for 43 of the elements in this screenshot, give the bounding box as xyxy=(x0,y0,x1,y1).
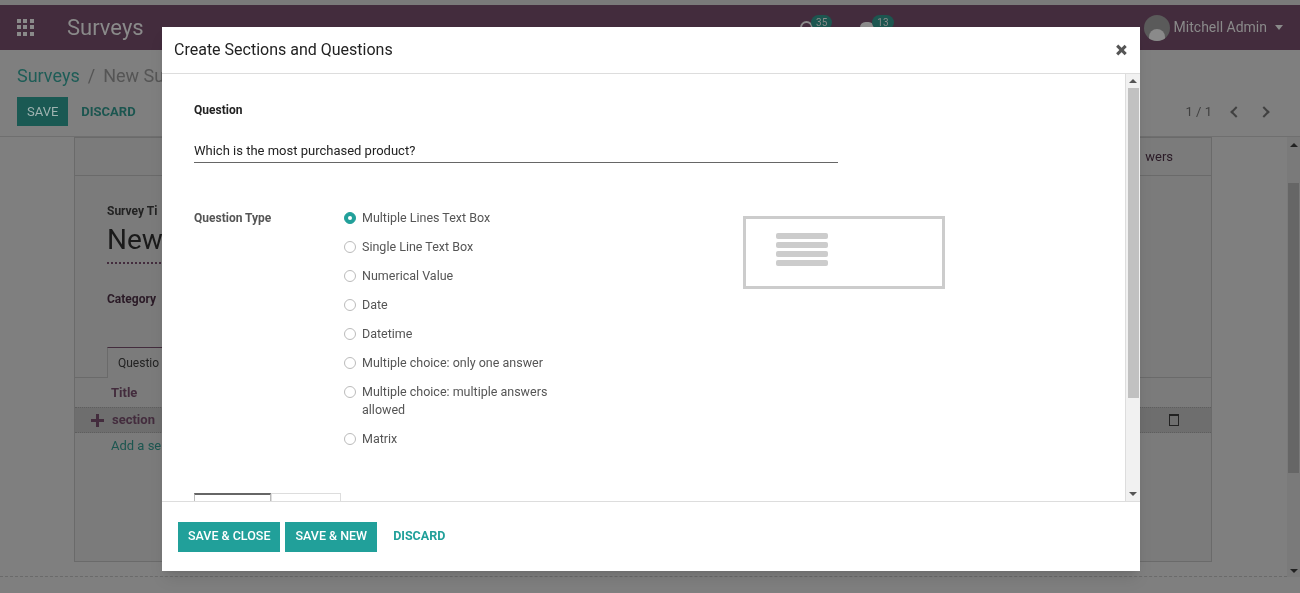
radio-option[interactable]: Multiple choice: only one answer xyxy=(344,354,584,372)
caret-icon[interactable] xyxy=(1275,25,1283,30)
avatar-icon[interactable] xyxy=(1143,14,1170,41)
question-input[interactable]: Which is the most purchased product? xyxy=(194,141,838,163)
pager-text: 1 / 1 xyxy=(1185,102,1212,121)
radio-option[interactable]: Date xyxy=(344,296,584,314)
radio-button[interactable] xyxy=(344,433,356,445)
save-button[interactable]: SAVE & NEW xyxy=(285,521,378,552)
app-title: Surveys xyxy=(67,14,144,42)
radio-button[interactable] xyxy=(344,357,356,369)
close-icon[interactable] xyxy=(1116,45,1126,55)
stat-button[interactable]: wers xyxy=(1145,146,1173,167)
radio-button[interactable] xyxy=(344,328,356,340)
radio-button[interactable] xyxy=(344,212,356,224)
radio-button[interactable] xyxy=(344,299,356,311)
discard-button[interactable]: DISCARD xyxy=(382,521,457,552)
radio-option[interactable]: Multiple choice: multiple answers allowed xyxy=(344,383,584,419)
radio-option[interactable]: Numerical Value xyxy=(344,267,584,285)
radio-option[interactable]: Datetime xyxy=(344,325,584,343)
move-icon[interactable] xyxy=(91,413,104,427)
discard-button[interactable]: DISCARD xyxy=(68,97,149,126)
radio-button[interactable] xyxy=(344,270,356,282)
dialog-title: Create Sections and Questions xyxy=(174,39,394,61)
user-menu[interactable]: Mitchell Admin xyxy=(1173,17,1267,38)
notebook-tab[interactable]: Questio xyxy=(107,347,165,378)
save-button[interactable]: SAVE xyxy=(17,97,69,126)
dialog-scrollbar[interactable] xyxy=(1125,74,1140,501)
section-title: section xyxy=(112,411,155,430)
radio-option[interactable]: Multiple Lines Text Box xyxy=(344,209,584,227)
field-label: Question xyxy=(194,102,244,117)
radio-button[interactable] xyxy=(344,241,356,253)
column-header: Title xyxy=(111,383,138,402)
radio-option[interactable]: Matrix xyxy=(344,430,584,448)
apps-menu-icon[interactable] xyxy=(17,19,34,36)
field-label: Category xyxy=(107,291,156,308)
page-scrollbar[interactable] xyxy=(1287,137,1300,577)
save-button[interactable]: SAVE & CLOSE xyxy=(178,521,281,552)
radio-button[interactable] xyxy=(344,386,356,398)
radio-option[interactable]: Single Line Text Box xyxy=(344,238,584,256)
trash-icon[interactable] xyxy=(1169,414,1179,426)
breadcrumb-separator: / xyxy=(87,63,96,88)
field-label: Question Type xyxy=(194,210,273,227)
field-label: Survey Ti xyxy=(107,203,158,220)
